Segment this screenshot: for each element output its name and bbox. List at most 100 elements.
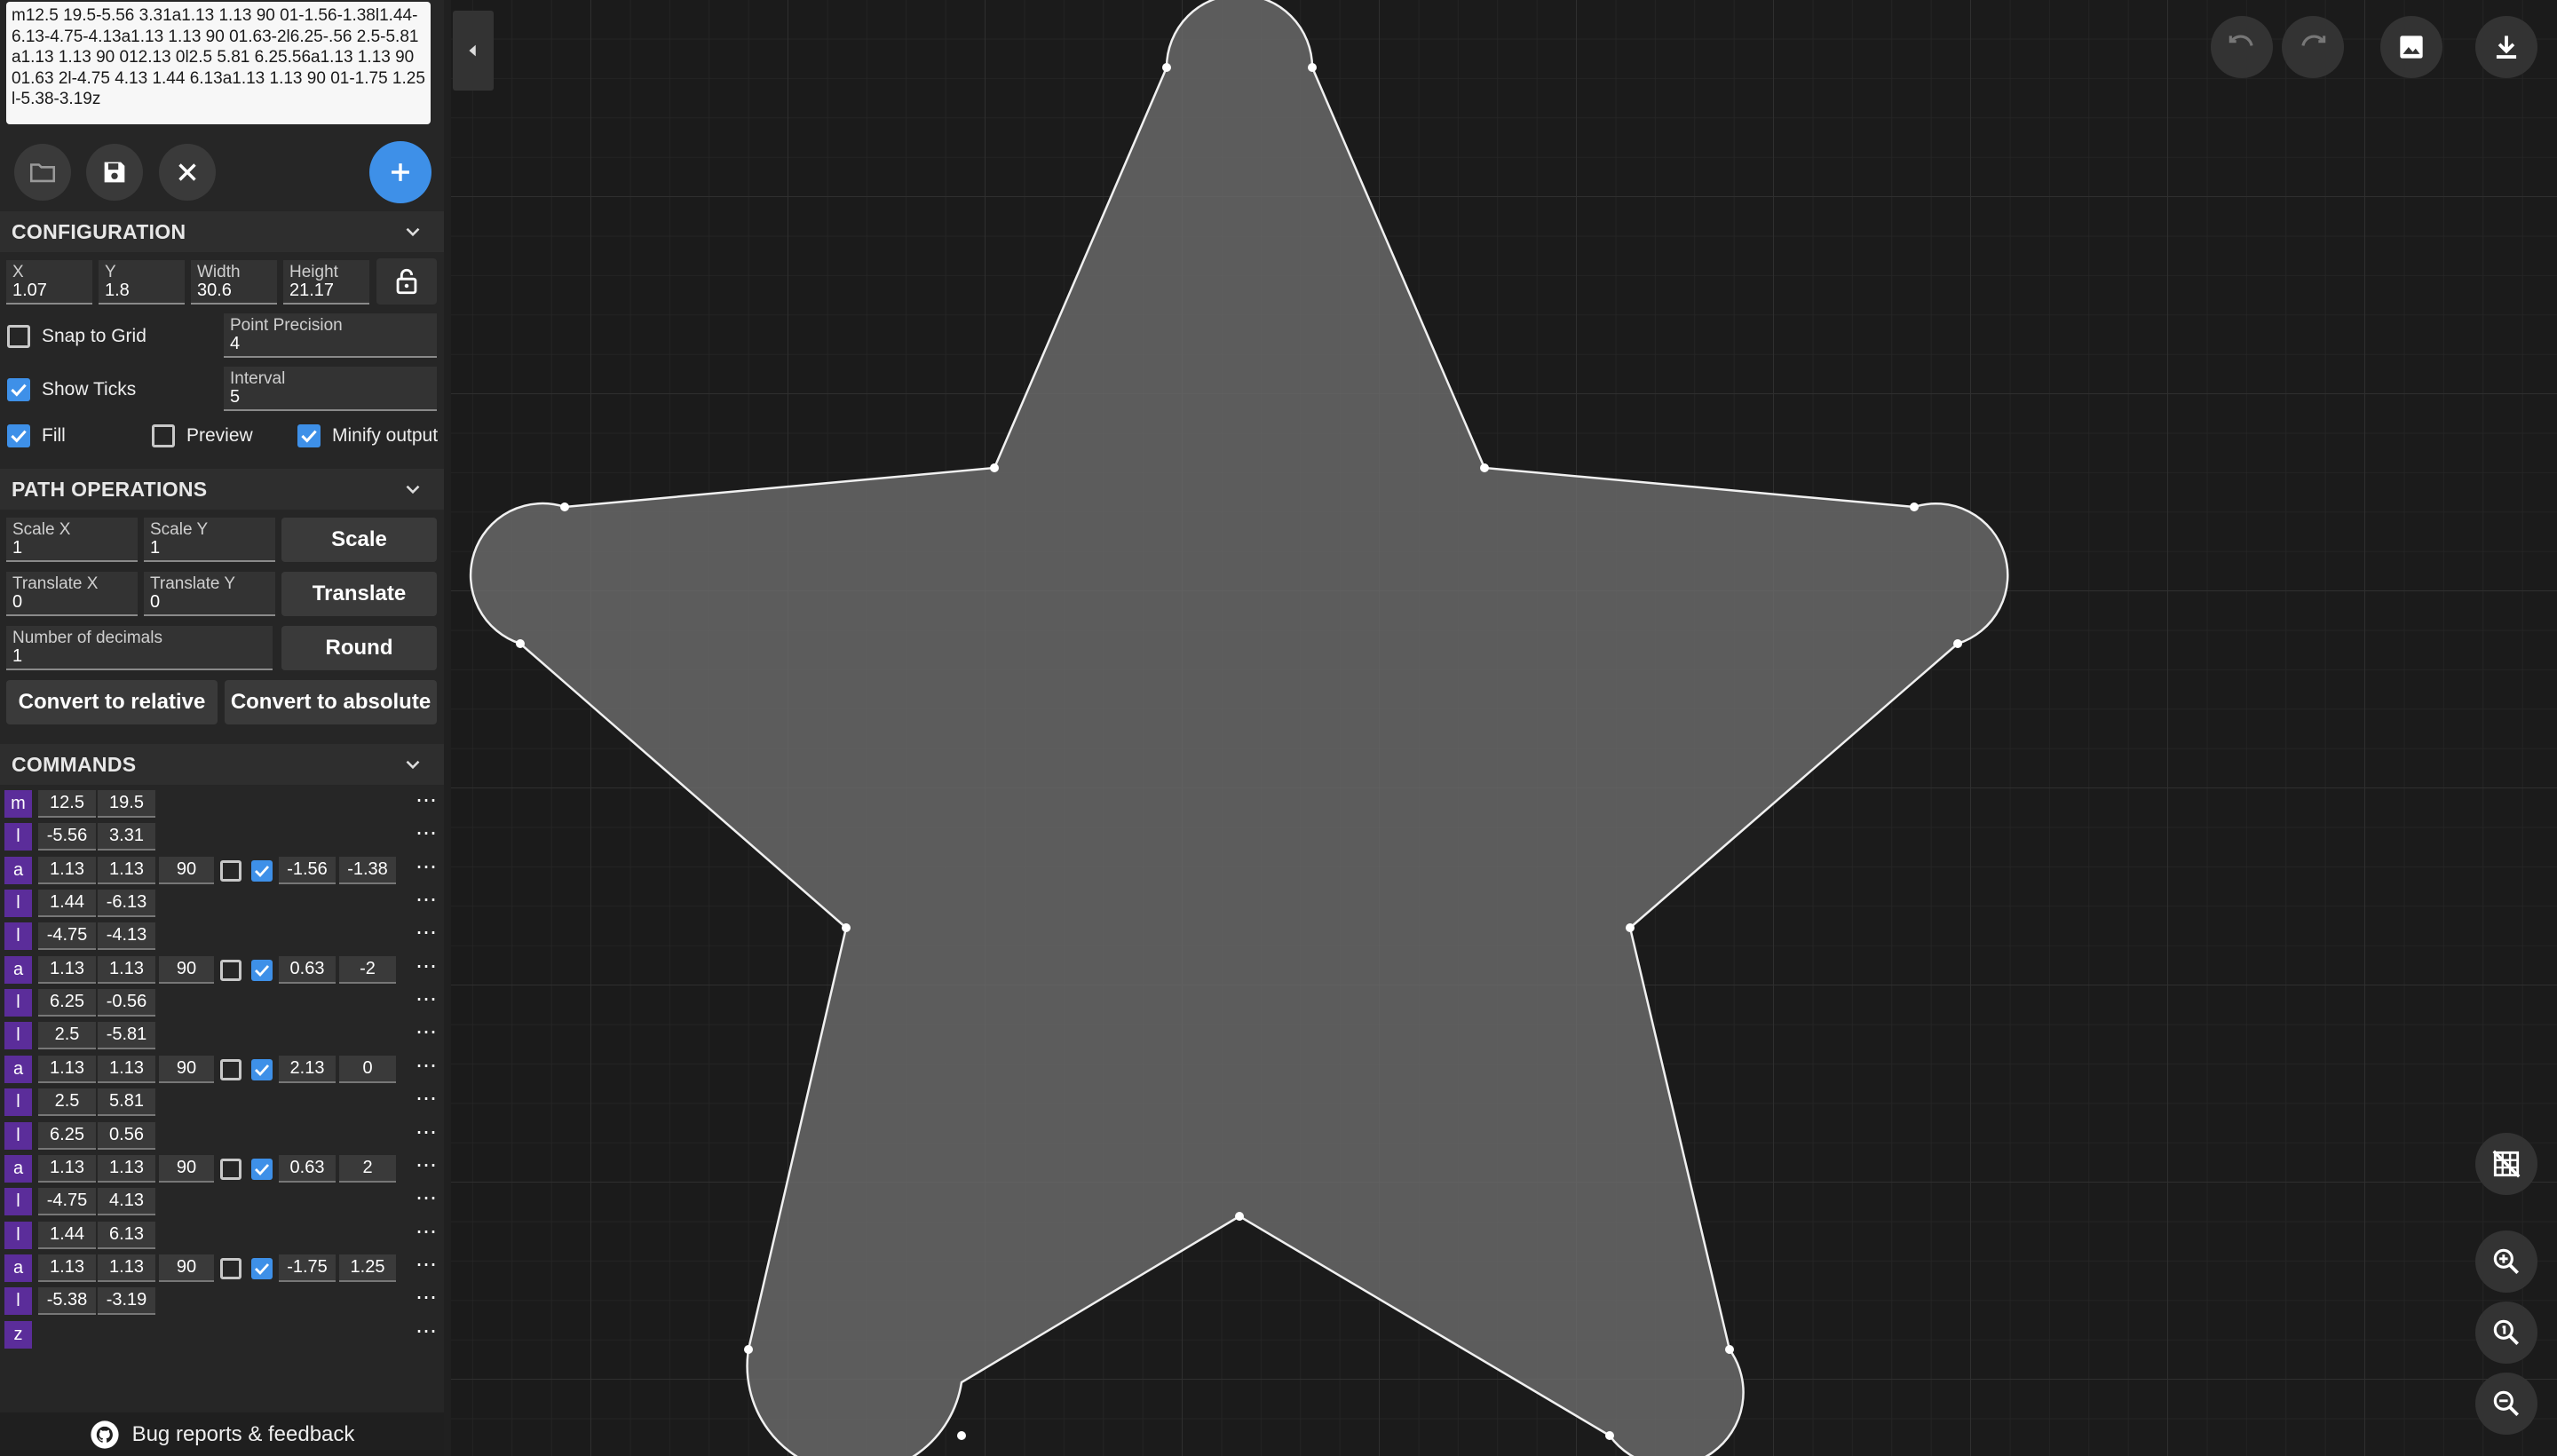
zoom-out-button[interactable] <box>2475 1373 2537 1435</box>
command-row[interactable]: a 1.13 1.13 90 2.13 0 ⋯ <box>0 1053 444 1086</box>
command-row[interactable]: l -4.75 4.13 ⋯ <box>0 1185 444 1218</box>
command-value-field[interactable]: -2 <box>339 955 396 984</box>
command-value-field[interactable]: 5.81 <box>98 1088 155 1117</box>
command-type-badge[interactable]: z <box>4 1320 32 1349</box>
minify-output-checkbox[interactable] <box>297 424 321 447</box>
command-more-button[interactable]: ⋯ <box>414 1153 439 1183</box>
save-button[interactable] <box>86 144 143 201</box>
command-value-field[interactable]: 1.44 <box>38 890 96 918</box>
command-value-field[interactable]: 1.13 <box>98 955 155 984</box>
command-row[interactable]: l -4.75 -4.13 ⋯ <box>0 920 444 953</box>
large-arc-flag-checkbox[interactable] <box>220 1058 241 1080</box>
command-row[interactable]: m 12.5 19.5 ⋯ <box>0 787 444 820</box>
export-image-button[interactable] <box>2380 16 2442 78</box>
scale-y-field[interactable]: Scale Y 1 <box>144 518 275 562</box>
command-value-field[interactable]: 4.13 <box>98 1188 155 1216</box>
scale-button[interactable]: Scale <box>281 518 437 562</box>
path-textarea[interactable]: m12.5 19.5-5.56 3.31a1.13 1.13 90 01-1.5… <box>6 2 431 124</box>
open-file-button[interactable] <box>14 144 71 201</box>
command-more-button[interactable]: ⋯ <box>414 1286 439 1315</box>
command-type-badge[interactable]: l <box>4 1022 32 1050</box>
command-more-button[interactable]: ⋯ <box>414 1220 439 1249</box>
command-value-field[interactable]: -4.75 <box>38 1188 96 1216</box>
command-type-badge[interactable]: l <box>4 1121 32 1150</box>
command-row[interactable]: l 1.44 6.13 ⋯ <box>0 1219 444 1252</box>
sweep-flag-checkbox[interactable] <box>251 859 273 882</box>
path-operations-header[interactable]: PATH OPERATIONS <box>0 469 444 510</box>
command-value-field[interactable]: 1.13 <box>38 1154 96 1183</box>
zoom-in-button[interactable] <box>2475 1230 2537 1293</box>
command-more-button[interactable]: ⋯ <box>414 889 439 917</box>
large-arc-flag-checkbox[interactable] <box>220 1158 241 1180</box>
command-row[interactable]: l 2.5 -5.81 ⋯ <box>0 1019 444 1052</box>
command-value-field[interactable]: 90 <box>159 1055 214 1083</box>
command-value-field[interactable]: -0.56 <box>98 989 155 1017</box>
scale-x-field[interactable]: Scale X 1 <box>6 518 138 562</box>
command-value-field[interactable]: 1.13 <box>38 856 96 884</box>
aspect-lock-button[interactable] <box>376 258 437 305</box>
command-row[interactable]: a 1.13 1.13 90 0.63 2 ⋯ <box>0 1152 444 1185</box>
command-row[interactable]: z ⋯ <box>0 1318 444 1351</box>
sidebar-resize-handle[interactable] <box>444 0 451 1456</box>
command-type-badge[interactable]: l <box>4 989 32 1017</box>
snap-to-grid-checkbox[interactable] <box>7 325 30 348</box>
command-row[interactable]: l 1.44 -6.13 ⋯ <box>0 887 444 920</box>
sweep-flag-checkbox[interactable] <box>251 1058 273 1080</box>
command-value-field[interactable]: 2.5 <box>38 1088 96 1117</box>
command-value-field[interactable]: 1.44 <box>38 1221 96 1249</box>
command-more-button[interactable]: ⋯ <box>414 1187 439 1215</box>
command-row[interactable]: a 1.13 1.13 90 0.63 -2 ⋯ <box>0 954 444 986</box>
decimals-field[interactable]: Number of decimals 1 <box>6 626 273 670</box>
x-field[interactable]: X 1.07 <box>6 260 92 305</box>
command-value-field[interactable]: 19.5 <box>98 790 155 818</box>
command-type-badge[interactable]: a <box>4 955 32 984</box>
translate-y-field[interactable]: Translate Y 0 <box>144 572 275 616</box>
clear-button[interactable] <box>159 144 216 201</box>
command-more-button[interactable]: ⋯ <box>414 1120 439 1150</box>
command-value-field[interactable]: -1.56 <box>279 856 336 884</box>
command-value-field[interactable]: -3.19 <box>98 1287 155 1316</box>
command-value-field[interactable]: 0.63 <box>279 1154 336 1183</box>
command-type-badge[interactable]: a <box>4 1254 32 1282</box>
command-value-field[interactable]: 1.13 <box>98 1055 155 1083</box>
command-value-field[interactable]: 2 <box>339 1154 396 1183</box>
command-value-field[interactable]: 12.5 <box>38 790 96 818</box>
command-value-field[interactable]: 1.13 <box>98 1254 155 1282</box>
drawing-canvas[interactable] <box>451 0 2557 1456</box>
command-type-badge[interactable]: l <box>4 1088 32 1117</box>
convert-to-absolute-button[interactable]: Convert to absolute <box>225 680 437 724</box>
command-type-badge[interactable]: a <box>4 1055 32 1083</box>
command-more-button[interactable]: ⋯ <box>414 954 439 984</box>
command-value-field[interactable]: -5.81 <box>98 1022 155 1050</box>
command-type-badge[interactable]: l <box>4 1188 32 1216</box>
command-value-field[interactable]: 1.13 <box>38 1055 96 1083</box>
command-row[interactable]: l -5.56 3.31 ⋯ <box>0 820 444 853</box>
command-value-field[interactable]: -6.13 <box>98 890 155 918</box>
show-ticks-checkbox[interactable] <box>7 378 30 401</box>
command-value-field[interactable]: 0.63 <box>279 955 336 984</box>
round-button[interactable]: Round <box>281 626 437 670</box>
command-value-field[interactable]: -1.38 <box>339 856 396 884</box>
command-value-field[interactable]: 1.25 <box>339 1254 396 1282</box>
preview-checkbox[interactable] <box>152 424 175 447</box>
command-more-button[interactable]: ⋯ <box>414 1319 439 1349</box>
command-value-field[interactable]: 1.13 <box>38 955 96 984</box>
command-type-badge[interactable]: a <box>4 856 32 884</box>
command-value-field[interactable]: 0.56 <box>98 1121 155 1150</box>
zoom-reset-button[interactable] <box>2475 1302 2537 1364</box>
sweep-flag-checkbox[interactable] <box>251 1257 273 1279</box>
command-type-badge[interactable]: l <box>4 922 32 951</box>
large-arc-flag-checkbox[interactable] <box>220 959 241 981</box>
translate-button[interactable]: Translate <box>281 572 437 616</box>
command-value-field[interactable]: -4.13 <box>98 922 155 951</box>
command-row[interactable]: l 6.25 0.56 ⋯ <box>0 1120 444 1152</box>
command-value-field[interactable]: 0 <box>339 1055 396 1083</box>
command-value-field[interactable]: -5.38 <box>38 1287 96 1316</box>
fill-checkbox[interactable] <box>7 424 30 447</box>
convert-to-relative-button[interactable]: Convert to relative <box>6 680 218 724</box>
commands-header[interactable]: COMMANDS <box>0 744 444 785</box>
command-row[interactable]: l 6.25 -0.56 ⋯ <box>0 986 444 1019</box>
toggle-grid-button[interactable] <box>2475 1133 2537 1195</box>
command-more-button[interactable]: ⋯ <box>414 789 439 818</box>
command-value-field[interactable]: 6.13 <box>98 1221 155 1249</box>
